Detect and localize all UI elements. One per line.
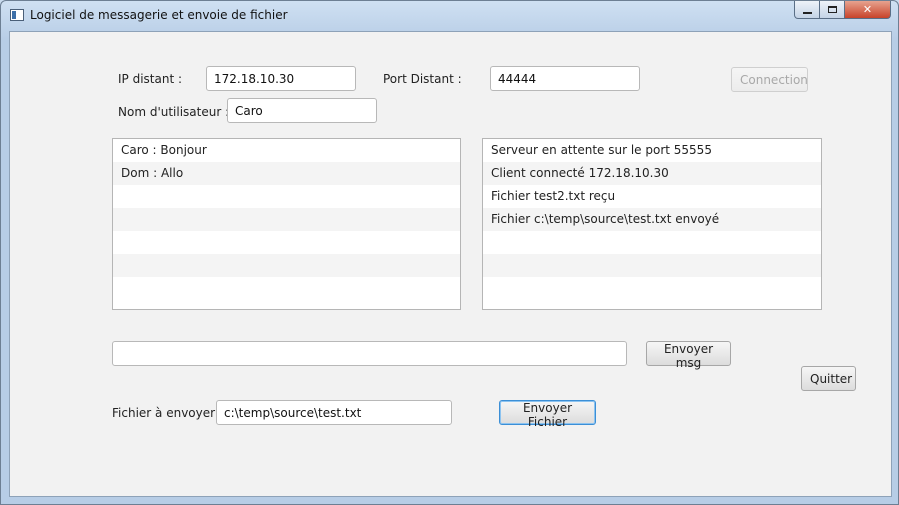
username-label: Nom d'utilisateur : bbox=[118, 105, 230, 119]
minimize-icon bbox=[802, 11, 812, 14]
app-icon bbox=[10, 9, 24, 21]
file-label: Fichier à envoyer : bbox=[112, 406, 223, 420]
maximize-icon bbox=[827, 6, 837, 13]
minimize-button[interactable] bbox=[794, 1, 820, 19]
window-controls: ✕ bbox=[794, 1, 891, 21]
client-area: IP distant : Port Distant : Connection N… bbox=[9, 31, 892, 497]
status-log-list[interactable]: Serveur en attente sur le port 55555 Cli… bbox=[482, 138, 822, 310]
list-item[interactable]: Client connecté 172.18.10.30 bbox=[483, 162, 821, 185]
list-item[interactable] bbox=[113, 208, 460, 231]
chat-message-list[interactable]: Caro : Bonjour Dom : Allo bbox=[112, 138, 461, 310]
list-item[interactable]: Fichier test2.txt reçu bbox=[483, 185, 821, 208]
send-message-button[interactable]: Envoyer msg bbox=[646, 341, 731, 370]
file-path-input[interactable] bbox=[216, 400, 452, 425]
list-item[interactable] bbox=[483, 254, 821, 277]
send-file-button[interactable]: Envoyer Fichier bbox=[499, 400, 596, 429]
list-item[interactable] bbox=[113, 254, 460, 277]
app-window: Logiciel de messagerie et envoie de fich… bbox=[0, 0, 899, 505]
port-label: Port Distant : bbox=[383, 72, 462, 86]
list-item[interactable] bbox=[483, 231, 821, 254]
list-item[interactable]: Dom : Allo bbox=[113, 162, 460, 185]
ip-input[interactable] bbox=[206, 66, 356, 91]
quit-button[interactable]: Quitter bbox=[801, 366, 856, 391]
close-button[interactable]: ✕ bbox=[845, 1, 891, 19]
connection-button[interactable]: Connection bbox=[731, 67, 808, 92]
message-input[interactable] bbox=[112, 341, 627, 366]
list-item[interactable]: Serveur en attente sur le port 55555 bbox=[483, 139, 821, 162]
list-item[interactable]: Caro : Bonjour bbox=[113, 139, 460, 162]
port-input[interactable] bbox=[490, 66, 640, 91]
list-item[interactable] bbox=[113, 277, 460, 300]
maximize-button[interactable] bbox=[820, 1, 845, 19]
ip-label: IP distant : bbox=[118, 72, 183, 86]
window-title: Logiciel de messagerie et envoie de fich… bbox=[30, 8, 288, 22]
list-item[interactable]: Fichier c:\temp\source\test.txt envoyé bbox=[483, 208, 821, 231]
username-input[interactable] bbox=[227, 98, 377, 123]
list-item[interactable] bbox=[483, 277, 821, 300]
close-icon: ✕ bbox=[862, 3, 873, 16]
list-item[interactable] bbox=[113, 185, 460, 208]
list-item[interactable] bbox=[113, 231, 460, 254]
title-bar[interactable]: Logiciel de messagerie et envoie de fich… bbox=[1, 1, 898, 31]
